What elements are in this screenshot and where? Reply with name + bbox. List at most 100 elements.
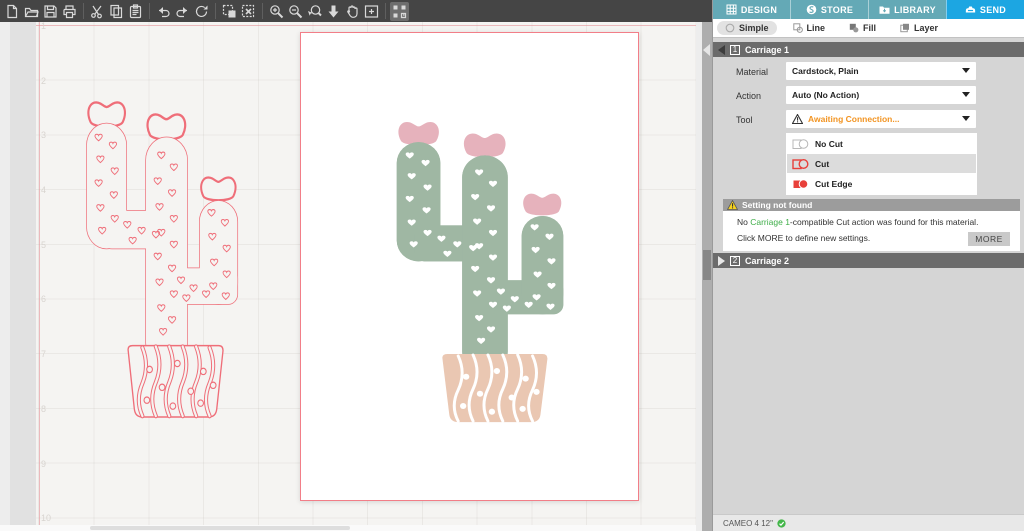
carriage-2-title: Carriage 2 bbox=[745, 255, 790, 266]
zoom-in-icon[interactable] bbox=[267, 2, 286, 21]
copy-icon[interactable] bbox=[107, 2, 126, 21]
mode-line-label: Line bbox=[806, 23, 826, 33]
cactus-design-artwork[interactable] bbox=[367, 93, 595, 424]
tab-design[interactable]: DESIGN bbox=[713, 0, 790, 19]
expand-triangle-icon bbox=[718, 255, 725, 266]
carriage-1-link: Carriage 1 bbox=[750, 217, 790, 227]
zoom-selection-icon[interactable] bbox=[305, 2, 324, 21]
cut-edge-icon bbox=[792, 178, 809, 189]
mode-line[interactable]: Line bbox=[785, 21, 834, 35]
zoom-drag-icon[interactable] bbox=[324, 2, 343, 21]
cut-option-label: No Cut bbox=[815, 138, 843, 149]
mat-boundary-vertical bbox=[39, 22, 40, 531]
deselect-icon[interactable] bbox=[239, 2, 258, 21]
tab-store-label: STORE bbox=[820, 4, 854, 15]
send-panel: DESIGN STORE LIBRARY SEND Simple Line Fi… bbox=[712, 0, 1024, 531]
cut-option-cut[interactable]: Cut bbox=[787, 154, 976, 173]
ruler-number: 2 bbox=[41, 76, 47, 86]
cut-action-list: No Cut Cut Cut Edge bbox=[786, 133, 977, 195]
cut-icon bbox=[792, 158, 809, 169]
tool-label: Tool bbox=[736, 115, 753, 125]
warning-line-1: No Carriage 1-compatible Cut action was … bbox=[737, 217, 979, 227]
sync-icon[interactable] bbox=[192, 2, 211, 21]
main-tabs: DESIGN STORE LIBRARY SEND bbox=[713, 0, 1024, 19]
new-document-icon[interactable] bbox=[3, 2, 22, 21]
no-cut-icon bbox=[792, 138, 809, 149]
action-dropdown[interactable]: Auto (No Action) bbox=[786, 86, 976, 104]
tool-dropdown[interactable]: Awaiting Connection... bbox=[786, 110, 976, 128]
ruler-number: 4 bbox=[41, 185, 47, 195]
canvas-left-margin bbox=[0, 22, 10, 531]
pan-hand-icon[interactable] bbox=[343, 2, 362, 21]
panel-collapse-arrow-icon[interactable] bbox=[703, 44, 710, 56]
mode-fill[interactable]: Fill bbox=[841, 21, 884, 35]
machine-status-bar: CAMEO 4 12" bbox=[713, 514, 1024, 531]
layer-mode-icon bbox=[900, 23, 910, 33]
paste-icon[interactable] bbox=[126, 2, 145, 21]
vertical-scrollbar-thumb[interactable] bbox=[703, 250, 711, 280]
cut-option-label: Cut bbox=[815, 158, 830, 169]
chevron-down-icon bbox=[962, 92, 970, 97]
chevron-down-icon bbox=[962, 116, 970, 121]
design-grid-icon bbox=[726, 4, 737, 15]
redo-icon[interactable] bbox=[173, 2, 192, 21]
carriage-1-header[interactable]: 1 Carriage 1 bbox=[713, 42, 1024, 57]
cut-option-cut-edge[interactable]: Cut Edge bbox=[787, 174, 976, 193]
fill-mode-icon bbox=[849, 23, 859, 33]
registration-marks-icon[interactable] bbox=[390, 1, 409, 21]
zoom-out-icon[interactable] bbox=[286, 2, 305, 21]
library-folder-icon bbox=[879, 6, 890, 14]
material-dropdown[interactable]: Cardstock, Plain bbox=[786, 62, 976, 80]
warning-triangle-icon bbox=[792, 114, 803, 124]
document-page[interactable] bbox=[300, 32, 639, 501]
horizontal-scrollbar[interactable] bbox=[0, 525, 696, 531]
ruler-number: 3 bbox=[41, 130, 47, 140]
save-icon[interactable] bbox=[41, 2, 60, 21]
mode-fill-label: Fill bbox=[863, 23, 877, 33]
silhouette-studio-window: 1 2 3 4 5 6 7 8 9 10 DESIGN STORE LIBRAR… bbox=[0, 0, 1024, 531]
send-mode-bar: Simple Line Fill Layer bbox=[713, 19, 1024, 38]
ruler-number: 1 bbox=[41, 21, 47, 31]
collapse-triangle-icon bbox=[718, 44, 725, 55]
carriage-1-title: Carriage 1 bbox=[745, 44, 790, 55]
tab-send[interactable]: SEND bbox=[946, 0, 1024, 19]
cut-option-no-cut[interactable]: No Cut bbox=[787, 134, 976, 153]
simple-radio-icon bbox=[725, 23, 735, 33]
chevron-down-icon bbox=[962, 68, 970, 73]
cut-scissors-icon[interactable] bbox=[88, 2, 107, 21]
undo-icon[interactable] bbox=[154, 2, 173, 21]
mode-layer-label: Layer bbox=[914, 23, 939, 33]
fit-to-page-icon[interactable] bbox=[362, 2, 381, 21]
mode-simple[interactable]: Simple bbox=[717, 21, 777, 35]
mode-layer[interactable]: Layer bbox=[892, 21, 946, 35]
mode-simple-label: Simple bbox=[739, 23, 769, 33]
open-file-icon[interactable] bbox=[22, 2, 41, 21]
vertical-scrollbar[interactable] bbox=[702, 22, 712, 531]
ruler-number: 5 bbox=[41, 240, 47, 250]
more-button[interactable]: MORE bbox=[968, 232, 1010, 246]
warning-title: Setting not found bbox=[742, 200, 813, 210]
ruler-number: 7 bbox=[41, 349, 47, 359]
cactus-cutline-preview[interactable] bbox=[60, 72, 266, 419]
material-label: Material bbox=[736, 67, 769, 77]
print-icon[interactable] bbox=[60, 2, 79, 21]
material-value: Cardstock, Plain bbox=[792, 66, 859, 76]
ruler-number: 8 bbox=[41, 404, 47, 414]
ruler-number: 9 bbox=[41, 459, 47, 469]
setting-not-found-bar: Setting not found bbox=[723, 199, 1020, 211]
ruler-number: 6 bbox=[41, 294, 47, 304]
tab-library-label: LIBRARY bbox=[894, 4, 936, 15]
carriage-2-number: 2 bbox=[730, 255, 740, 266]
action-value: Auto (No Action) bbox=[792, 90, 860, 100]
horizontal-scrollbar-thumb[interactable] bbox=[90, 526, 350, 530]
select-all-icon[interactable] bbox=[220, 2, 239, 21]
carriage-2-header[interactable]: 2 Carriage 2 bbox=[713, 253, 1024, 268]
carriage-1-number: 1 bbox=[730, 44, 740, 55]
action-label: Action bbox=[736, 91, 762, 101]
tab-store[interactable]: STORE bbox=[790, 0, 868, 19]
tab-design-label: DESIGN bbox=[740, 4, 778, 15]
machine-name: CAMEO 4 12" bbox=[723, 518, 773, 528]
cut-option-label: Cut Edge bbox=[815, 178, 853, 189]
mat-boundary-horizontal bbox=[36, 25, 712, 26]
tab-library[interactable]: LIBRARY bbox=[868, 0, 946, 19]
